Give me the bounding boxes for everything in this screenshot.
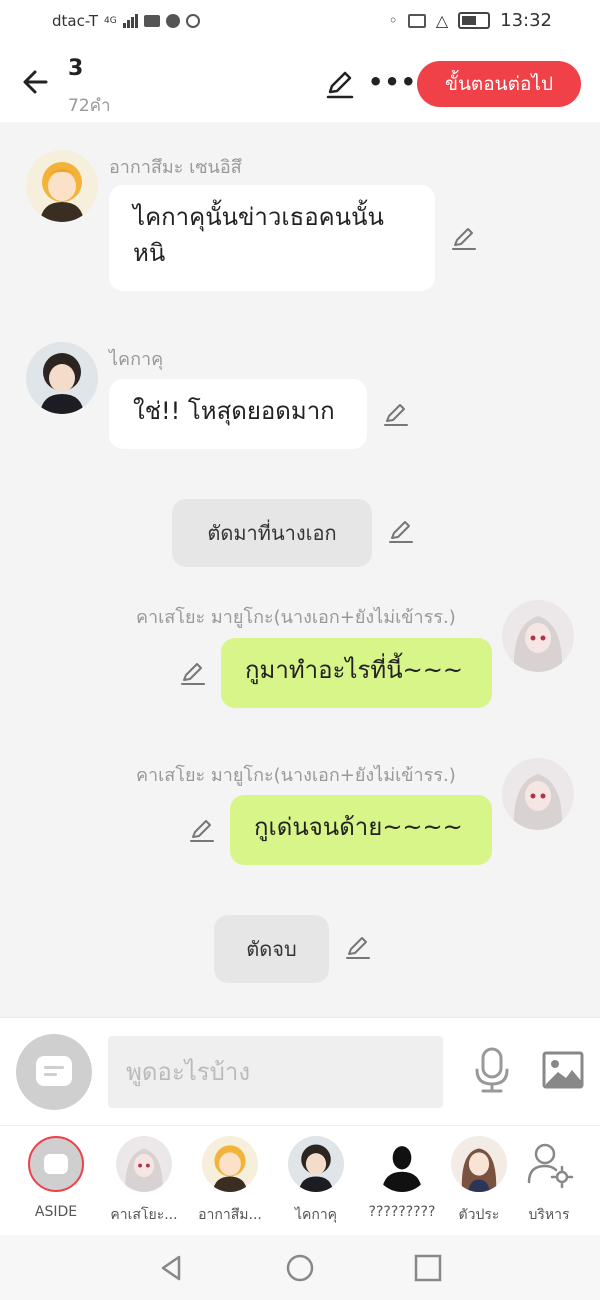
dark-hair-boy-avatar-icon (288, 1136, 344, 1192)
character-item[interactable]: อากาสึม... (188, 1136, 272, 1226)
character-label: คาเสโยะ... (110, 1207, 178, 1223)
character-item[interactable]: คาเสโยะ... (102, 1136, 186, 1226)
message-bubble[interactable]: กูเด่นจนด้าย~~~~ (230, 795, 492, 865)
silver-hair-girl-avatar-icon (513, 616, 563, 672)
character-label: ????????? (368, 1204, 436, 1220)
more-options-icon[interactable]: ••• (368, 70, 416, 94)
word-count: 72คำ (68, 96, 111, 116)
ring-icon (185, 14, 200, 28)
message-bubble[interactable]: ไคกาคุนั้นข่าวเธอคนนั้นหนิ (109, 185, 435, 291)
character-label: ASIDE (34, 1204, 78, 1220)
character-aside[interactable]: ASIDE (14, 1136, 98, 1220)
microphone-icon[interactable] (474, 1046, 510, 1094)
message-input-bar (0, 1017, 600, 1126)
edit-message-icon[interactable] (450, 224, 478, 252)
character-item[interactable]: ไคกาคุ (274, 1136, 358, 1226)
edit-message-icon[interactable] (179, 659, 207, 687)
cast-icon (407, 13, 426, 28)
avatar[interactable] (502, 758, 574, 830)
character-label: อากาสึม... (198, 1207, 262, 1223)
silhouette-avatar-icon (374, 1136, 430, 1192)
character-label: บริหาร (528, 1207, 570, 1223)
message-bubble[interactable]: กูมาทำอะไรที่นี้~~~ (221, 638, 492, 708)
edit-message-icon[interactable] (387, 517, 415, 545)
sender-name: ไคกาคุ (109, 349, 164, 370)
signal-icon (122, 14, 138, 28)
character-bar: ASIDE คาเสโยะ... อากาสึม... ไคกาคุ ?????… (0, 1125, 600, 1236)
avatar[interactable] (502, 600, 574, 672)
silver-hair-girl-avatar-icon (513, 774, 563, 830)
back-arrow-icon[interactable] (18, 64, 54, 100)
character-item[interactable]: ????????? (360, 1136, 444, 1220)
clock: 13:32 (500, 10, 552, 31)
mute-bell-icon: △ (435, 11, 449, 30)
status-left: dtac-T 4G (52, 12, 200, 30)
message-bubble[interactable]: ใช่!! โหสุดยอดมาก (109, 379, 367, 449)
avatar[interactable] (26, 342, 98, 414)
person-gear-icon (527, 1143, 574, 1189)
blonde-boy-avatar-icon (40, 162, 84, 222)
battery-icon (458, 12, 491, 29)
sender-name: คาเสโยะ มายูโกะ(นางเอก+ยังไม่เข้ารร.) (136, 765, 456, 786)
edit-message-icon[interactable] (344, 933, 372, 961)
line-app-icon (165, 14, 180, 28)
nav-home-icon[interactable] (285, 1253, 315, 1283)
nav-back-icon[interactable] (157, 1253, 187, 1283)
message-input[interactable] (108, 1036, 443, 1108)
sender-name: อากาสึมะ เซนอิสึ (109, 157, 242, 178)
character-item[interactable]: ตัวประ (446, 1136, 512, 1226)
edit-message-icon[interactable] (188, 816, 216, 844)
nav-recents-icon[interactable] (413, 1253, 443, 1283)
aside-avatar (28, 1136, 84, 1192)
video-icon (143, 15, 160, 27)
dark-hair-boy-avatar-icon (40, 353, 84, 414)
edit-pencil-icon[interactable] (324, 68, 356, 100)
system-nav-bar (0, 1235, 600, 1300)
blonde-boy-avatar-icon (202, 1136, 258, 1192)
network-label: 4G (104, 16, 117, 26)
carrier-label: dtac-T (52, 12, 99, 30)
edit-message-icon[interactable] (382, 400, 410, 428)
image-icon[interactable] (542, 1050, 584, 1090)
avatar[interactable] (26, 150, 98, 222)
status-bar: dtac-T 4G ◦ △ 13:32 (0, 0, 600, 46)
status-right: ◦ △ 13:32 (388, 10, 552, 31)
aside-toggle-button[interactable] (16, 1034, 92, 1110)
character-label: ไคกาคุ (294, 1207, 338, 1223)
silver-hair-girl-avatar-icon (116, 1136, 172, 1192)
chat-bubble-icon (36, 1056, 72, 1086)
editor-header: 3 72คำ ••• ขั้นตอนต่อไป (0, 46, 600, 122)
chapter-title: 3 (68, 56, 84, 81)
chat-area[interactable]: อากาสึมะ เซนอิสึ ไคกาคุนั้นข่าวเธอคนนั้น… (0, 122, 600, 1017)
narration-block[interactable]: ตัดจบ (214, 915, 329, 983)
headphones-icon: ◦ (388, 11, 398, 30)
narration-block[interactable]: ตัดมาที่นางเอก (172, 499, 372, 567)
character-label: ตัวประ (458, 1207, 500, 1223)
sender-name: คาเสโยะ มายูโกะ(นางเอก+ยังไม่เข้ารร.) (136, 607, 456, 628)
chat-bubble-icon (44, 1154, 68, 1174)
brown-hair-girl-avatar-icon (451, 1136, 507, 1192)
next-step-button[interactable]: ขั้นตอนต่อไป (417, 61, 581, 107)
manage-characters-button[interactable]: บริหาร (516, 1136, 582, 1226)
